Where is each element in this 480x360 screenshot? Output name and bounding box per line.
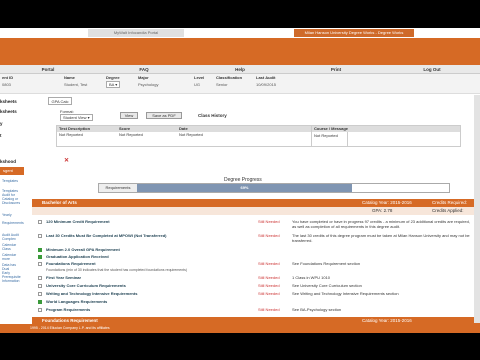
requirement-row[interactable]: Writing and Technology Intensive Require… [38, 291, 460, 298]
browser-tab-degreeworks[interactable]: Milan Hanson University Degree Works - D… [294, 29, 414, 37]
requirement-row[interactable]: Graduation Application Received [38, 254, 460, 261]
browser-tab-bar: MyWalt Infocandia Portal Milan Hanson Un… [0, 28, 480, 38]
save-pdf-button[interactable]: Save as PDF [146, 112, 182, 119]
main-content: GPA Calc Format: Student View ▾ View Sav… [28, 95, 480, 325]
incomplete-checkbox-icon [38, 220, 42, 224]
requirement-row[interactable]: World Languages Requirements [38, 299, 460, 306]
sidebar-item[interactable]: Audit Audit Complex [2, 233, 24, 241]
sidebar-item[interactable]: Early Prerequisite Information [2, 271, 24, 283]
incomplete-checkbox-icon [38, 308, 42, 312]
progress-fill: 69% [137, 184, 352, 192]
student-id-field: ent ID 0803 [2, 75, 14, 87]
browser-tab-portal[interactable]: MyWalt Infocandia Portal [88, 29, 184, 37]
nav-faq[interactable]: FAQ [96, 65, 192, 73]
sidebar-item[interactable]: Calendar more [2, 253, 24, 261]
section-gpa-row: GPA: 2.78 Credits Applied: [32, 207, 480, 215]
incomplete-checkbox-icon [38, 234, 42, 238]
complete-checkbox-icon [38, 255, 42, 259]
requirement-row[interactable]: Minimum 2.0 Overall GPA Requirement [38, 247, 460, 254]
header-banner [0, 38, 480, 65]
sidebar-item[interactable]: Yearly [2, 213, 12, 217]
section-bachelor-of-arts[interactable]: Bachelor of Arts Catalog Year: 2015-2016… [32, 199, 480, 207]
classification-field: Classification Senior [216, 75, 243, 87]
view-button[interactable]: View [120, 112, 138, 119]
test-history-table: Test Description Score Date Not Reported… [56, 125, 348, 147]
major-field: Major Psychology [138, 75, 159, 87]
incomplete-checkbox-icon [38, 262, 42, 266]
nav-portal[interactable]: Portal [0, 65, 96, 73]
last-audit-field: Last Audit 10/09/2015 [256, 75, 277, 87]
sidebar-item[interactable]: Requirements [2, 221, 24, 225]
requirement-row[interactable]: Last 30 Credits Must Be Completed at MPO… [38, 233, 470, 243]
sidebar-item-active[interactable]: sgent [0, 167, 24, 175]
course-message-table: Course / Message Not Reported [311, 125, 461, 147]
nav-logout[interactable]: Log Out [384, 65, 480, 73]
close-icon[interactable]: ✕ [64, 157, 69, 164]
requirement-row[interactable]: First Year Seminar Still Needed 1 Class … [38, 275, 460, 282]
requirement-row[interactable]: University Core Curriculum Requirements … [38, 283, 460, 290]
sidebar-item[interactable]: Templates [2, 179, 18, 183]
nav-help[interactable]: Help [192, 65, 288, 73]
requirement-row[interactable]: Foundations Requirement Still Needed See… [38, 261, 460, 268]
footer: 1995 - 2014 Ellucian Company L.P. and it… [0, 324, 480, 333]
requirement-row[interactable]: 120 Minimum Credit Requirement Still Nee… [38, 219, 470, 229]
scrollbar[interactable] [474, 95, 480, 323]
degree-select[interactable]: Degree BA ▾ [106, 75, 121, 88]
incomplete-checkbox-icon [38, 284, 42, 288]
tab-gpa-calc[interactable]: GPA Calc [48, 97, 72, 105]
nav-print[interactable]: Print [288, 65, 384, 73]
left-sidebar: ksheets ksheets y t kshood sgent Templat… [0, 95, 24, 323]
complete-checkbox-icon [38, 248, 42, 252]
foundations-note: Foundations (min of 30 indicates that th… [46, 268, 188, 272]
table-row: Not Reported Not Reported Not Reported [59, 132, 203, 137]
degree-progress-bar: Requirements 69% [98, 183, 450, 193]
format-select[interactable]: Format: Student View ▾ [60, 109, 93, 121]
main-nav: Portal FAQ Help Print Log Out [0, 65, 480, 74]
student-name-field: Name Student, Test [64, 75, 88, 87]
complete-checkbox-icon [38, 300, 42, 304]
level-field: Level UG [194, 75, 205, 87]
sidebar-item[interactable]: Data has Dual [2, 263, 24, 271]
incomplete-checkbox-icon [38, 276, 42, 280]
sidebar-item[interactable]: Calendar Class [2, 243, 24, 251]
incomplete-checkbox-icon [38, 292, 42, 296]
student-info-bar: ent ID 0803 Name Student, Test Degree BA… [0, 74, 480, 94]
sidebar-item[interactable]: Templates Audit for Catalog or Disclosur… [2, 189, 24, 205]
class-history-link[interactable]: Class History [198, 113, 227, 118]
app-window: MyWalt Infocandia Portal Milan Hanson Un… [0, 28, 480, 333]
requirement-row[interactable]: Program Requirements Still Needed See BA… [38, 307, 460, 314]
